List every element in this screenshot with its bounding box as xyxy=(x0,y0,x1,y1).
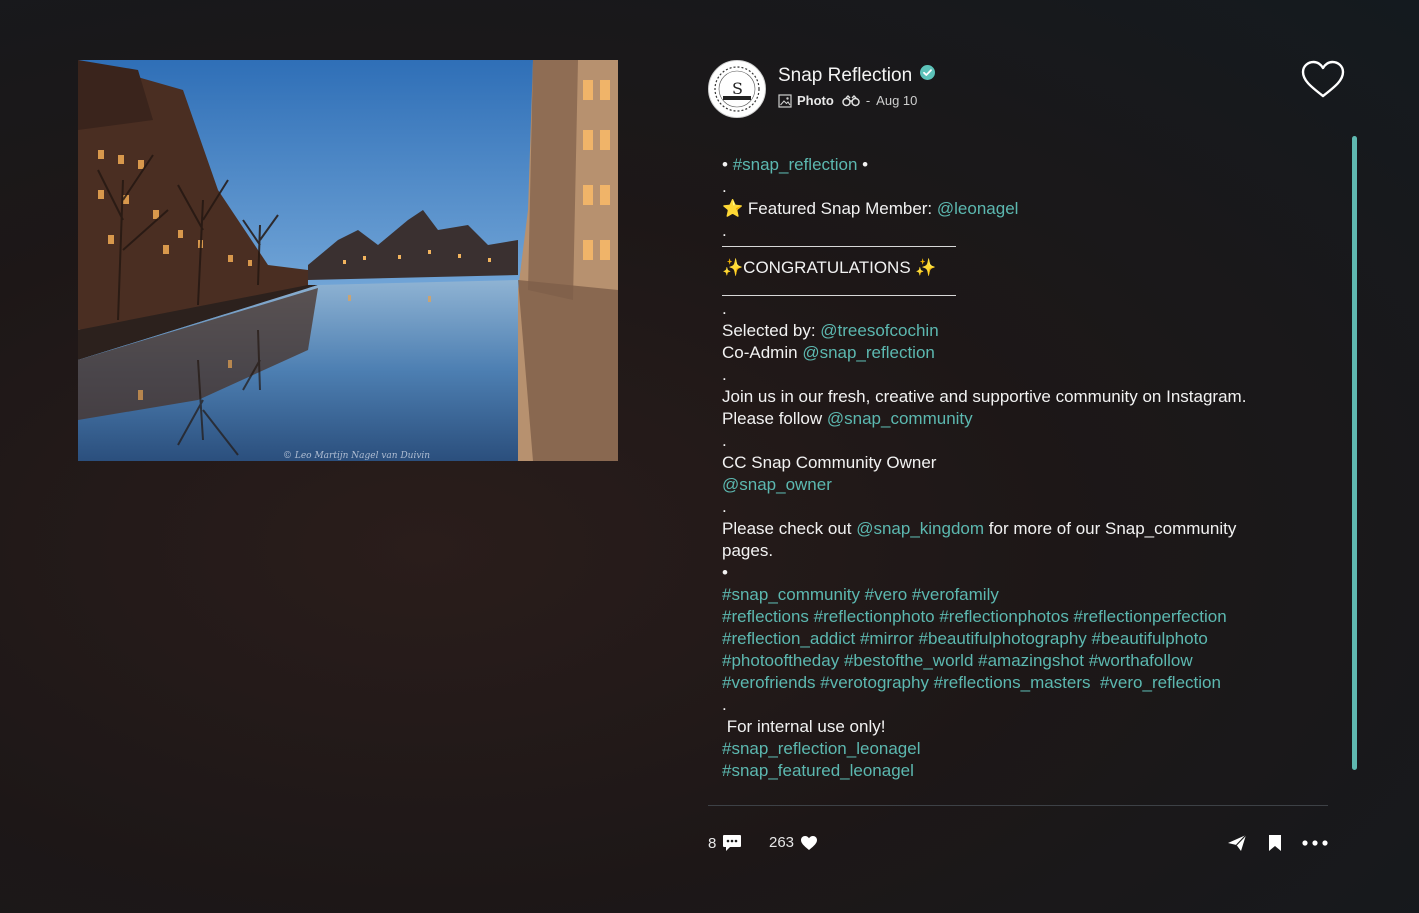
hashtag-line[interactable]: #photooftheday #bestofthe_world #amazing… xyxy=(722,650,1332,672)
comment-count: 8 xyxy=(708,834,717,852)
caption-line-follow: Please follow @snap_community xyxy=(722,408,1332,430)
post-footer: 8 263 xyxy=(708,832,1328,856)
divider-rule xyxy=(722,295,956,296)
post-meta: Photo - Aug 10 xyxy=(778,93,917,108)
svg-text:S: S xyxy=(732,79,743,98)
mention-link[interactable]: @leonagel xyxy=(937,199,1019,218)
caption-line-tag: • #snap_reflection • xyxy=(722,154,1332,176)
featured-label: Featured Snap Member: xyxy=(743,199,937,218)
post-photo[interactable]: © Leo Martijn Nagel van Duivin xyxy=(78,60,618,461)
mention-link[interactable]: @snap_reflection xyxy=(802,343,935,362)
avatar[interactable]: S xyxy=(708,60,766,118)
photo-credit: © Leo Martijn Nagel van Duivin xyxy=(283,451,430,461)
caption-dot: . xyxy=(722,431,727,450)
star-icon: ⭐ xyxy=(722,199,744,218)
meta-separator: - xyxy=(865,93,871,108)
selected-label: Selected by: xyxy=(722,321,821,340)
verified-badge-icon xyxy=(920,65,936,80)
caption-line-checkout: Please check out @snap_kingdom for more … xyxy=(722,518,1282,562)
coadmin-label: Co-Admin xyxy=(722,343,803,362)
caption-cc-owner: CC Snap Community Owner xyxy=(722,453,937,472)
hashtag-line[interactable]: #reflection_addict #mirror #beautifulpho… xyxy=(722,628,1332,650)
caption-line-coadmin: Co-Admin @snap_reflection xyxy=(722,342,1332,364)
binoculars-icon[interactable] xyxy=(842,94,860,107)
more-options-button[interactable] xyxy=(1302,840,1328,846)
post-caption: • #snap_reflection • . ⭐ Featured Snap M… xyxy=(722,154,1332,782)
send-icon[interactable] xyxy=(1227,834,1247,852)
hashtag-line[interactable]: #snap_featured_leonagel xyxy=(722,760,1332,782)
caption-join-text: Join us in our fresh, creative and suppo… xyxy=(722,387,1247,406)
caption-line-selected: Selected by: @treesofcochin xyxy=(722,320,1332,342)
heart-outline-icon[interactable] xyxy=(1300,60,1346,100)
post-type-label: Photo xyxy=(797,93,834,108)
caption-dot: . xyxy=(722,365,727,384)
author-name-text[interactable]: Snap Reflection xyxy=(778,65,912,86)
caption-line-featured: ⭐ Featured Snap Member: @leonagel xyxy=(722,198,1332,220)
photo-icon xyxy=(778,93,792,108)
caption-dot: . xyxy=(722,177,727,196)
mention-link[interactable]: @snap_community xyxy=(827,409,973,428)
bookmark-icon[interactable] xyxy=(1268,834,1282,852)
checkout-label: Please check out xyxy=(722,519,857,538)
divider-rule xyxy=(722,246,956,247)
footer-divider xyxy=(708,805,1328,806)
hashtag-link[interactable]: #snap_reflection xyxy=(733,155,858,174)
more-icon[interactable] xyxy=(1302,840,1328,846)
hashtag-line[interactable]: #snap_community #vero #verofamily xyxy=(722,584,1332,606)
congrats-line: ✨CONGRATULATIONS ✨ xyxy=(722,258,937,277)
author-name[interactable]: Snap Reflection xyxy=(778,65,936,87)
hashtag-line[interactable]: #reflections #reflectionphoto #reflectio… xyxy=(722,606,1332,628)
comment-icon xyxy=(723,835,742,851)
heart-icon xyxy=(801,835,818,850)
likes-button[interactable]: 263 xyxy=(769,834,818,851)
post-header: S Snap Reflection Photo - Aug 10 xyxy=(708,60,1348,120)
caption-line-owner: @snap_owner xyxy=(722,474,1332,496)
caption-dot: . xyxy=(722,497,727,516)
like-count: 263 xyxy=(769,834,795,851)
caption-internal-note: For internal use only! xyxy=(722,717,886,736)
mention-link[interactable]: @treesofcochin xyxy=(820,321,938,340)
caption-scrollbar[interactable] xyxy=(1352,136,1357,770)
share-button[interactable] xyxy=(1227,834,1247,852)
follow-label: Please follow xyxy=(722,409,827,428)
hashtag-line[interactable]: #snap_reflection_leonagel xyxy=(722,738,1332,760)
caption-bullet: • xyxy=(722,563,728,582)
comments-button[interactable]: 8 xyxy=(708,834,742,852)
hashtag-line[interactable]: #verofriends #verotography #reflections_… xyxy=(722,672,1332,694)
caption-dot: . xyxy=(722,695,727,714)
mention-link[interactable]: @snap_kingdom xyxy=(856,519,984,538)
bookmark-button[interactable] xyxy=(1268,834,1282,852)
like-heart-button[interactable] xyxy=(1300,60,1346,100)
caption-dot: . xyxy=(722,299,727,318)
bullet: • xyxy=(857,155,869,174)
post-date: Aug 10 xyxy=(876,93,918,108)
mention-link[interactable]: @snap_owner xyxy=(722,475,832,494)
caption-dot: . xyxy=(722,221,727,240)
bullet: • xyxy=(722,155,733,174)
